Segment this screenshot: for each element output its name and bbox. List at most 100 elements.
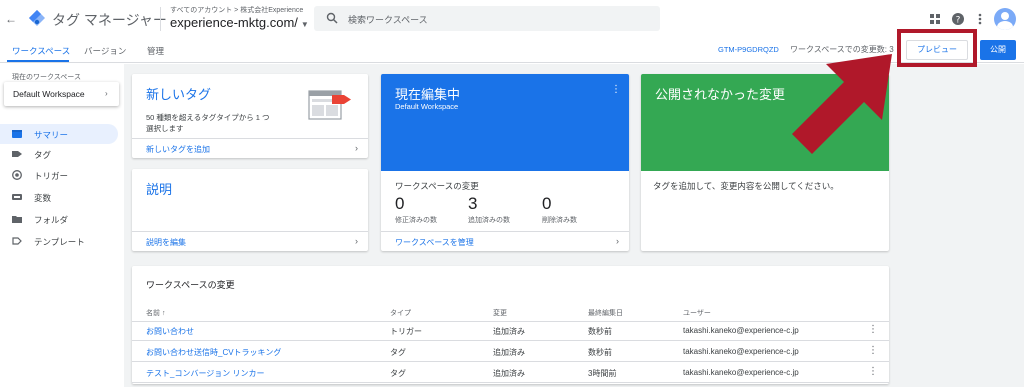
row-change: 追加済み bbox=[493, 348, 525, 357]
active-tab-indicator bbox=[7, 60, 69, 62]
trigger-icon bbox=[12, 170, 22, 180]
search-placeholder: 検索ワークスペース bbox=[348, 15, 428, 25]
description-title: 説明 bbox=[146, 182, 173, 197]
current-workspace-label: 現在のワークスペース bbox=[12, 74, 81, 81]
chevron-right-icon: › bbox=[355, 236, 358, 246]
column-header-change[interactable]: 変更 bbox=[493, 308, 507, 318]
row-type: タグ bbox=[390, 348, 406, 357]
deleted-count: 0 bbox=[542, 194, 552, 213]
added-caption: 追加済みの数 bbox=[468, 217, 510, 224]
current-edit-card: 現在編集中 Default Workspace ⋮ ワークスペースの変更 0 修… bbox=[381, 74, 629, 251]
row-type: タグ bbox=[390, 369, 406, 378]
tag-illustration-icon bbox=[308, 90, 351, 120]
annotation-arrow-icon bbox=[792, 54, 892, 154]
summary-icon bbox=[12, 130, 22, 138]
table-row[interactable]: お問い合わせ送信時_CVトラッキング タグ 追加済み 数秒前 takashi.k… bbox=[132, 341, 889, 362]
tag-icon bbox=[12, 151, 22, 157]
description-footer[interactable]: 説明を編集 › bbox=[132, 231, 368, 251]
more-vert-icon[interactable] bbox=[973, 12, 987, 26]
top-app-bar: ← タグ マネージャー すべてのアカウント > 株式会社Experience e… bbox=[0, 0, 1024, 38]
caret-down-icon: ▼ bbox=[300, 20, 309, 29]
row-edited: 数秒前 bbox=[588, 348, 612, 357]
sidebar-item-templates[interactable]: テンプレート bbox=[0, 231, 118, 251]
help-icon[interactable]: ? bbox=[951, 12, 965, 26]
new-tag-description: 50 種類を超えるタグタイプから 1 つ選択します bbox=[146, 113, 270, 133]
row-change: 追加済み bbox=[493, 369, 525, 378]
sidebar-item-triggers[interactable]: トリガー bbox=[0, 165, 118, 185]
column-header-last-edited[interactable]: 最終編集日 bbox=[588, 308, 623, 318]
row-change: 追加済み bbox=[493, 327, 525, 336]
sidebar-item-label: サマリー bbox=[34, 130, 69, 140]
current-edit-workspace: Default Workspace bbox=[395, 102, 459, 111]
row-more-vert-icon[interactable]: ⋮ bbox=[868, 324, 878, 335]
row-more-vert-icon[interactable]: ⋮ bbox=[868, 345, 878, 356]
new-tag-footer[interactable]: 新しいタグを追加 › bbox=[132, 138, 368, 158]
row-edited: 数秒前 bbox=[588, 327, 612, 336]
unpublished-title: 公開されなかった変更 bbox=[655, 87, 786, 102]
container-selector[interactable]: experience-mktg.com/▼ bbox=[170, 15, 309, 30]
search-bar[interactable]: 検索ワークスペース bbox=[314, 6, 660, 31]
breadcrumb[interactable]: すべてのアカウント > 株式会社Experience bbox=[170, 5, 303, 15]
sidebar-item-label: フォルダ bbox=[34, 215, 69, 225]
workspace-changes-table: ワークスペースの変更 名前 ↑ タイプ 変更 最終編集日 ユーザー お問い合わせ… bbox=[132, 266, 889, 384]
sidebar-item-variables[interactable]: 変数 bbox=[0, 187, 118, 207]
header-divider bbox=[160, 7, 161, 31]
tab-admin[interactable]: 管理 bbox=[147, 45, 164, 57]
container-name: experience-mktg.com/ bbox=[170, 15, 298, 30]
back-arrow-icon[interactable]: ← bbox=[4, 12, 18, 26]
sidebar-item-label: トリガー bbox=[34, 171, 69, 181]
row-type: トリガー bbox=[390, 327, 422, 336]
template-icon bbox=[12, 237, 22, 245]
table-row[interactable]: お問い合わせ トリガー 追加済み 数秒前 takashi.kaneko@expe… bbox=[132, 320, 889, 341]
tag-manager-logo-icon bbox=[29, 10, 45, 26]
edit-description-link[interactable]: 説明を編集 bbox=[146, 237, 186, 248]
column-header-user[interactable]: ユーザー bbox=[683, 308, 711, 318]
column-header-type[interactable]: タイプ bbox=[390, 308, 411, 318]
more-vert-icon[interactable]: ⋮ bbox=[611, 84, 621, 95]
row-user: takashi.kaneko@experience-c.jp bbox=[683, 326, 799, 335]
apps-grid-icon[interactable] bbox=[928, 12, 942, 26]
description-card[interactable]: 説明 説明を編集 › bbox=[132, 169, 368, 251]
table-header: 名前 ↑ タイプ 変更 最終編集日 ユーザー bbox=[132, 302, 889, 322]
sidebar-item-tags[interactable]: タグ bbox=[0, 144, 118, 164]
workspace-changes-heading: ワークスペースの変更 bbox=[395, 181, 479, 191]
column-header-name[interactable]: 名前 ↑ bbox=[146, 308, 165, 318]
modified-caption: 修正済みの数 bbox=[395, 217, 437, 224]
table-title: ワークスペースの変更 bbox=[146, 280, 235, 290]
manage-workspaces-link[interactable]: ワークスペースを管理 bbox=[395, 237, 474, 248]
chevron-right-icon: › bbox=[355, 143, 358, 153]
row-more-vert-icon[interactable]: ⋮ bbox=[868, 366, 878, 377]
current-edit-footer[interactable]: ワークスペースを管理 › bbox=[381, 231, 629, 251]
sidebar-item-folders[interactable]: フォルダ bbox=[0, 209, 118, 229]
modified-count: 0 bbox=[395, 194, 405, 213]
svg-text:?: ? bbox=[956, 16, 961, 26]
new-tag-card[interactable]: 新しいタグ 50 種類を超えるタグタイプから 1 つ選択します 新しいタグを追加… bbox=[132, 74, 368, 158]
chevron-right-icon: › bbox=[105, 89, 108, 98]
row-name[interactable]: テスト_コンバージョン リンカー bbox=[146, 368, 265, 379]
tab-workspace[interactable]: ワークスペース bbox=[12, 45, 70, 57]
unpublished-text: タグを追加して、変更内容を公開してください。 bbox=[653, 181, 839, 191]
annotation-highlight-box bbox=[897, 29, 977, 67]
row-edited: 3時間前 bbox=[588, 369, 617, 378]
sidebar: 現在のワークスペース Default Workspace › サマリー タグ ト… bbox=[0, 64, 124, 387]
avatar-body bbox=[997, 21, 1013, 30]
publish-button[interactable]: 公開 bbox=[980, 40, 1016, 60]
account-avatar[interactable] bbox=[994, 8, 1016, 30]
container-id[interactable]: GTM-P9GDRQZD bbox=[718, 45, 779, 54]
folder-icon bbox=[12, 216, 22, 223]
row-name[interactable]: お問い合わせ bbox=[146, 326, 194, 337]
workspace-selector[interactable]: Default Workspace › bbox=[4, 82, 119, 106]
workspace-name: Default Workspace bbox=[13, 89, 85, 99]
app-name: タグ マネージャー bbox=[52, 12, 167, 28]
sidebar-item-summary[interactable]: サマリー bbox=[0, 124, 118, 144]
row-name[interactable]: お問い合わせ送信時_CVトラッキング bbox=[146, 347, 281, 358]
new-tag-title: 新しいタグ bbox=[146, 87, 212, 102]
tab-versions[interactable]: バージョン bbox=[84, 45, 126, 57]
current-edit-title: 現在編集中 bbox=[395, 87, 461, 102]
table-row[interactable]: テスト_コンバージョン リンカー タグ 追加済み 3時間前 takashi.ka… bbox=[132, 362, 889, 383]
sidebar-item-label: 変数 bbox=[34, 193, 52, 203]
add-new-tag-link[interactable]: 新しいタグを追加 bbox=[146, 144, 210, 155]
avatar-head bbox=[1001, 12, 1009, 20]
deleted-caption: 削除済み数 bbox=[542, 217, 577, 224]
added-count: 3 bbox=[468, 194, 478, 213]
